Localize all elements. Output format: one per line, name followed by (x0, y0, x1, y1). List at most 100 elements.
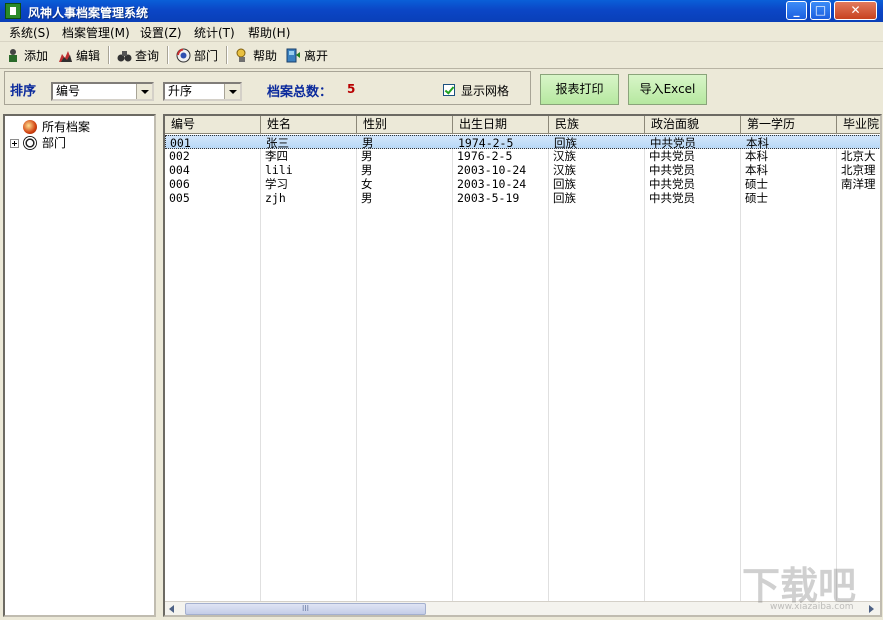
scroll-thumb[interactable]: III (185, 603, 426, 615)
binoculars-icon (117, 48, 132, 63)
sort-field-value: 编号 (56, 84, 81, 98)
table-row[interactable]: 004 lili 男 2003-10-24 汉族 中共党员 本科 北京理 (165, 163, 880, 177)
table-cell: 南洋理 (841, 177, 876, 191)
table-cell: 北京大 (841, 149, 876, 163)
table-cell: 2003-10-24 (457, 163, 527, 177)
column-header[interactable]: 性别 (357, 116, 453, 134)
sort-label: 排序 (10, 84, 37, 99)
table-cell: 2003-10-24 (457, 177, 527, 191)
table-row[interactable]: 001 张三 男 1974-2-5 回族 中共党员 本科 (165, 135, 880, 150)
edit-label: 编辑 (76, 48, 101, 63)
table-grid: 编号 姓名 性别 出生日期 民族 政治面貌 第一学历 毕业院 001 张三男 1974-2-5 回族中… (165, 116, 880, 601)
import-excel-button[interactable]: 导入Excel (628, 74, 707, 105)
column-header[interactable]: 第一学历 (741, 116, 837, 134)
toolbar-separator (108, 46, 110, 64)
watermark-url: www.xiazaiba.com (770, 602, 854, 612)
title-bar: 风神人事档案管理系统 _ □ ✕ (0, 0, 883, 22)
total-count: 5 (347, 82, 356, 96)
table-cell: 男 (361, 191, 373, 205)
archive-tree: 所有档案 部门 (3, 114, 156, 617)
archive-table: 编号 姓名 性别 出生日期 民族 政治面貌 第一学历 毕业院 001 张三男 1974-2-5 回族中… (163, 114, 882, 617)
close-button[interactable]: ✕ (834, 1, 877, 20)
menu-statistics[interactable]: 统计(T) (194, 24, 235, 41)
help-icon (235, 48, 250, 63)
chevron-down-icon[interactable] (224, 84, 240, 99)
table-cell: 1976-2-5 (457, 149, 513, 163)
department-icon (176, 48, 191, 63)
column-header[interactable]: 民族 (549, 116, 645, 134)
table-cell: 006 (169, 177, 190, 191)
exit-label: 离开 (304, 48, 329, 63)
table-cell: 回族 (554, 136, 577, 150)
show-grid-label[interactable]: 显示网格 (461, 82, 509, 99)
print-report-button[interactable]: 报表打印 (540, 74, 619, 105)
column-header[interactable]: 姓名 (261, 116, 357, 134)
expand-icon[interactable] (10, 139, 19, 148)
chevron-down-icon[interactable] (136, 84, 152, 99)
toolbar-separator (167, 46, 169, 64)
menu-bar: 系统(S) 档案管理(M) 设置(Z) 统计(T) 帮助(H) (0, 22, 883, 42)
add-user-icon (6, 48, 21, 63)
table-row[interactable]: 006 学习 女 2003-10-24 回族 中共党员 硕士 南洋理 (165, 177, 880, 191)
add-label: 添加 (24, 48, 49, 63)
maximize-button[interactable]: □ (810, 1, 831, 20)
edit-icon (58, 48, 73, 63)
table-cell: 汉族 (553, 149, 576, 163)
scroll-right-icon[interactable] (864, 603, 878, 615)
exit-button[interactable]: 离开 (286, 46, 328, 64)
table-cell: 本科 (745, 163, 768, 177)
table-row[interactable]: 005 zjh 男 2003-5-19 回族 中共党员 硕士 (165, 191, 880, 205)
table-cell: 回族 (553, 177, 576, 191)
table-cell: 005 (169, 191, 190, 205)
sort-field-select[interactable]: 编号 (51, 82, 154, 101)
dept-button[interactable]: 部门 (176, 46, 218, 64)
scroll-left-icon[interactable] (165, 603, 179, 615)
edit-button[interactable]: 编辑 (58, 46, 100, 64)
table-cell: 1974-2-5 (458, 136, 514, 150)
tree-item-label: 部门 (42, 136, 67, 150)
archive-root-icon (23, 119, 37, 134)
column-header[interactable]: 编号 (165, 116, 261, 134)
window-title: 风神人事档案管理系统 (28, 6, 149, 20)
table-cell: 本科 (746, 136, 769, 150)
app-icon (5, 3, 21, 19)
column-header[interactable]: 毕业院 (837, 116, 880, 134)
table-cell: 中共党员 (650, 136, 696, 150)
sort-order-value: 升序 (168, 84, 193, 98)
menu-settings[interactable]: 设置(Z) (140, 24, 182, 41)
dept-label: 部门 (194, 48, 219, 63)
minimize-button[interactable]: _ (786, 1, 807, 20)
toolbar: 添加 编辑 查询 部门 帮助 离开 (0, 42, 883, 69)
column-header[interactable]: 政治面貌 (645, 116, 741, 134)
help-label: 帮助 (253, 48, 278, 63)
table-row[interactable]: 002 李四 男 1976-2-5 汉族 中共党员 本科 北京大 (165, 149, 880, 163)
table-cell: 男 (361, 163, 373, 177)
table-cell: 001 (170, 136, 191, 150)
table-cell: 中共党员 (649, 149, 695, 163)
table-cell: 汉族 (553, 163, 576, 177)
table-cell: 中共党员 (649, 191, 695, 205)
menu-help[interactable]: 帮助(H) (248, 24, 290, 41)
table-cell: 硕士 (745, 191, 768, 205)
query-label: 查询 (135, 48, 160, 63)
query-button[interactable]: 查询 (117, 46, 159, 64)
table-cell: 002 (169, 149, 190, 163)
add-button[interactable]: 添加 (6, 46, 48, 64)
sort-order-select[interactable]: 升序 (163, 82, 242, 101)
column-header[interactable]: 出生日期 (453, 116, 549, 134)
table-cell: 硕士 (745, 177, 768, 191)
table-cell: 张三 (266, 136, 289, 150)
tree-item-all-archives[interactable]: 所有档案 (23, 118, 90, 135)
table-cell: 中共党员 (649, 163, 695, 177)
table-cell: 男 (362, 136, 374, 150)
menu-archive[interactable]: 档案管理(M) (62, 24, 130, 41)
table-cell: 学习 (265, 177, 288, 191)
table-cell: 李四 (265, 149, 288, 163)
show-grid-checkbox[interactable] (443, 84, 455, 96)
exit-door-icon (286, 48, 301, 63)
table-cell: lili (265, 163, 293, 177)
tree-item-department[interactable]: 部门 (23, 134, 66, 151)
menu-system[interactable]: 系统(S) (9, 24, 50, 41)
help-button[interactable]: 帮助 (235, 46, 277, 64)
table-cell: 回族 (553, 191, 576, 205)
